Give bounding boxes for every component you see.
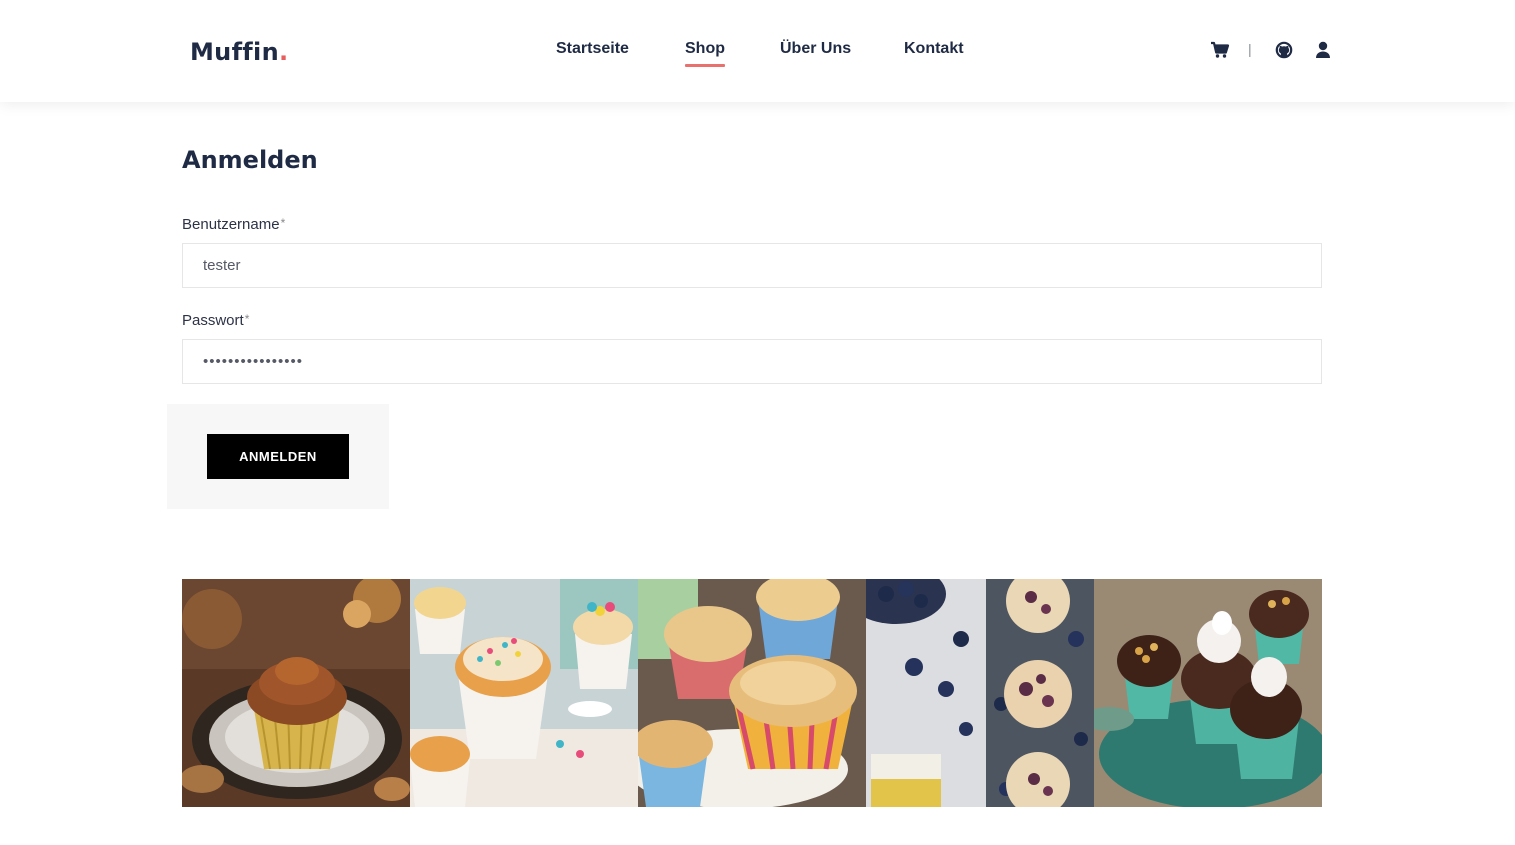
github-icon[interactable] xyxy=(1274,40,1294,60)
password-input[interactable] xyxy=(182,339,1322,384)
chocolate-cupcake-image xyxy=(182,579,410,807)
password-label: Passwort* xyxy=(182,312,249,329)
required-marker: * xyxy=(280,216,286,230)
username-label: Benutzername* xyxy=(182,216,285,233)
nav-item-kontakt[interactable]: Kontakt xyxy=(904,40,964,58)
cart-icon[interactable] xyxy=(1210,40,1230,60)
vanilla-muffins-image xyxy=(638,579,866,807)
password-label-text: Passwort xyxy=(182,312,244,329)
site-header: Muffin. Startseite Shop Über Uns Kontakt… xyxy=(0,0,1515,102)
username-input[interactable] xyxy=(182,243,1322,288)
submit-area: ANMELDEN xyxy=(167,404,389,509)
username-label-text: Benutzername xyxy=(182,216,280,233)
muffin-gallery xyxy=(182,579,1322,807)
header-separator: | xyxy=(1248,41,1252,57)
nav-item-shop[interactable]: Shop xyxy=(685,40,725,67)
user-icon[interactable] xyxy=(1313,40,1333,60)
required-marker: * xyxy=(244,312,250,326)
nav-item-startseite[interactable]: Startseite xyxy=(556,40,629,58)
page-title: Anmelden xyxy=(182,146,318,174)
nav-item-ueber-uns[interactable]: Über Uns xyxy=(780,40,851,58)
login-button[interactable]: ANMELDEN xyxy=(207,434,349,479)
blueberry-muffins-image xyxy=(866,579,1094,807)
meringue-cupcakes-image xyxy=(1094,579,1322,807)
sprinkle-muffins-image xyxy=(410,579,638,807)
